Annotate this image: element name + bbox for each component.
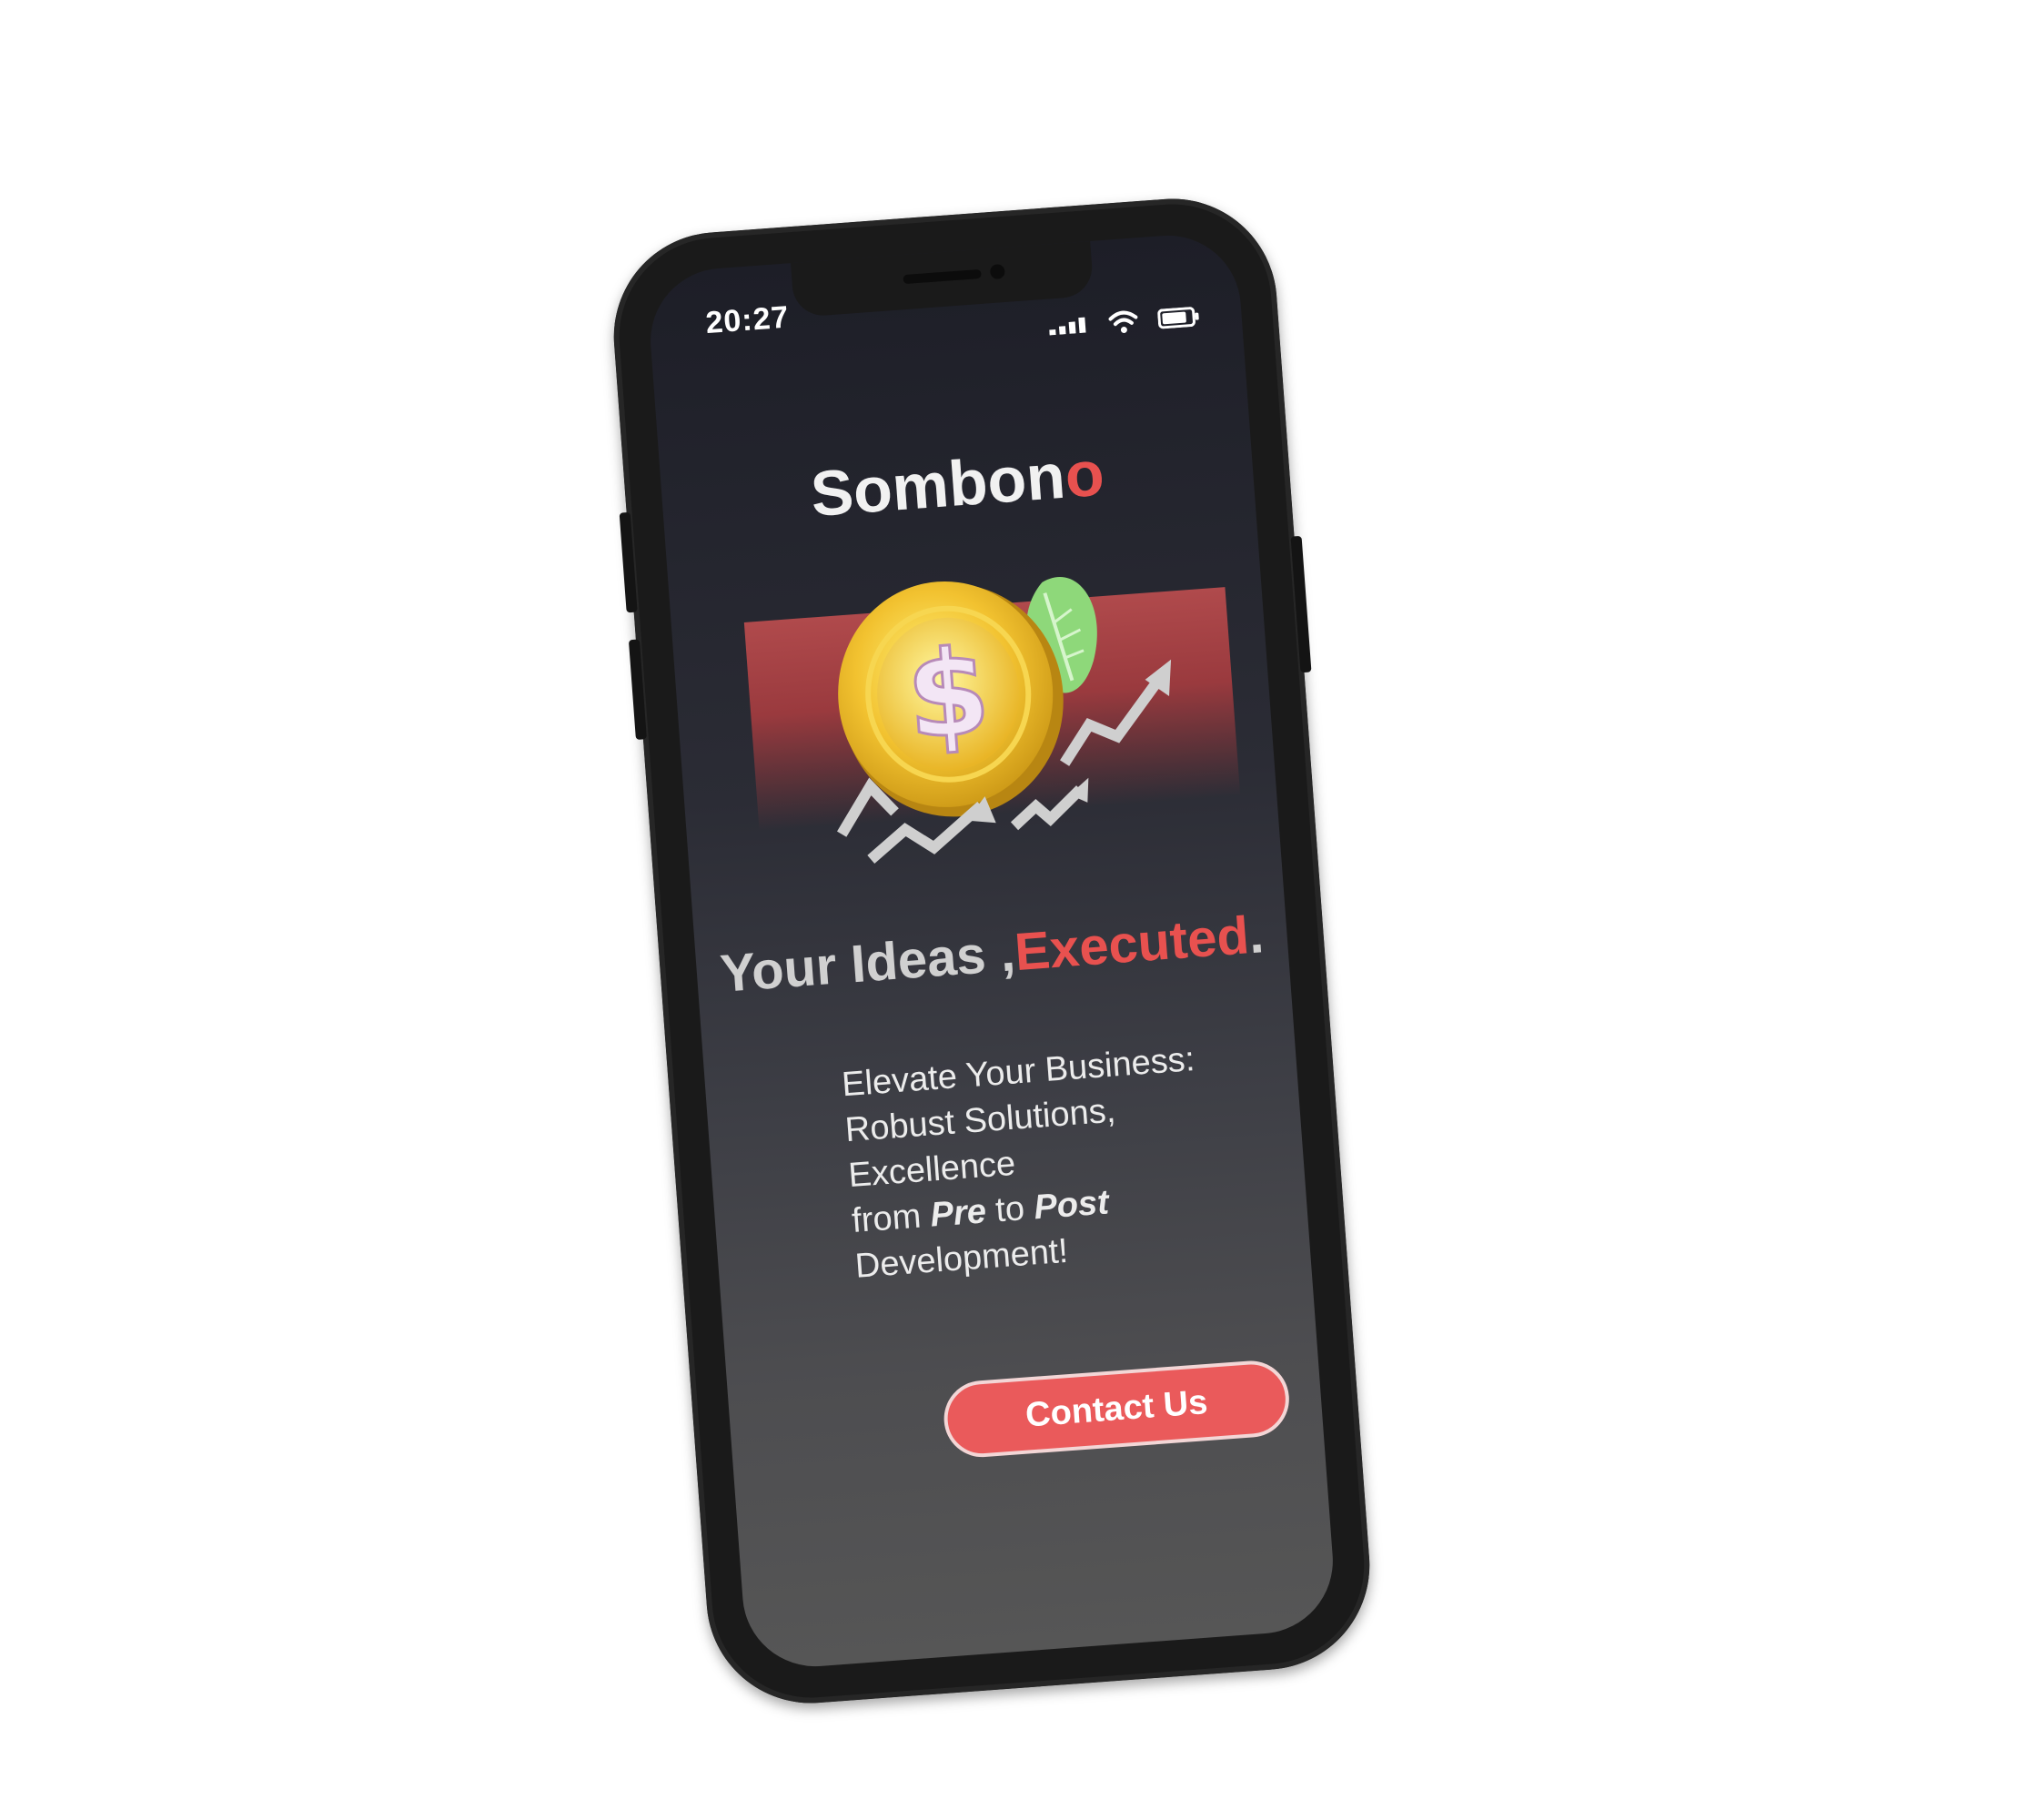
front-camera bbox=[989, 263, 1005, 280]
signal-icon bbox=[1049, 317, 1086, 336]
phone-mockup: 20:27 Sombono $ Your Ideas ,Executed. El… bbox=[606, 191, 1377, 1711]
svg-text:$: $ bbox=[903, 622, 994, 766]
status-time: 20:27 bbox=[704, 299, 791, 341]
tagline-to: to bbox=[984, 1188, 1035, 1231]
brand-logo: Sombono bbox=[660, 426, 1255, 541]
battery-icon bbox=[1157, 307, 1199, 329]
tagline: Elevate Your Business: Robust Solutions,… bbox=[841, 1031, 1284, 1289]
scene: 20:27 Sombono $ Your Ideas ,Executed. El… bbox=[0, 0, 2038, 1820]
brand-name: Sombon bbox=[808, 440, 1068, 531]
tagline-pre: Pre bbox=[929, 1192, 988, 1235]
tagline-from: from bbox=[850, 1196, 933, 1240]
brand-name-accent: o bbox=[1062, 437, 1107, 511]
hero-illustration: $ bbox=[704, 532, 1246, 897]
speaker-grille bbox=[903, 268, 982, 285]
status-icons bbox=[1048, 304, 1200, 339]
wifi-icon bbox=[1108, 310, 1138, 334]
headline-part1: Your Ideas , bbox=[718, 923, 1017, 1004]
headline-period: . bbox=[1246, 905, 1266, 966]
headline-executed: Executed bbox=[1013, 905, 1251, 983]
headline: Your Ideas ,Executed. bbox=[695, 902, 1289, 1006]
phone-screen: 20:27 Sombono $ Your Ideas ,Executed. El… bbox=[645, 230, 1338, 1672]
contact-us-button[interactable]: Contact Us bbox=[941, 1358, 1292, 1461]
tagline-post: Post bbox=[1032, 1183, 1111, 1228]
